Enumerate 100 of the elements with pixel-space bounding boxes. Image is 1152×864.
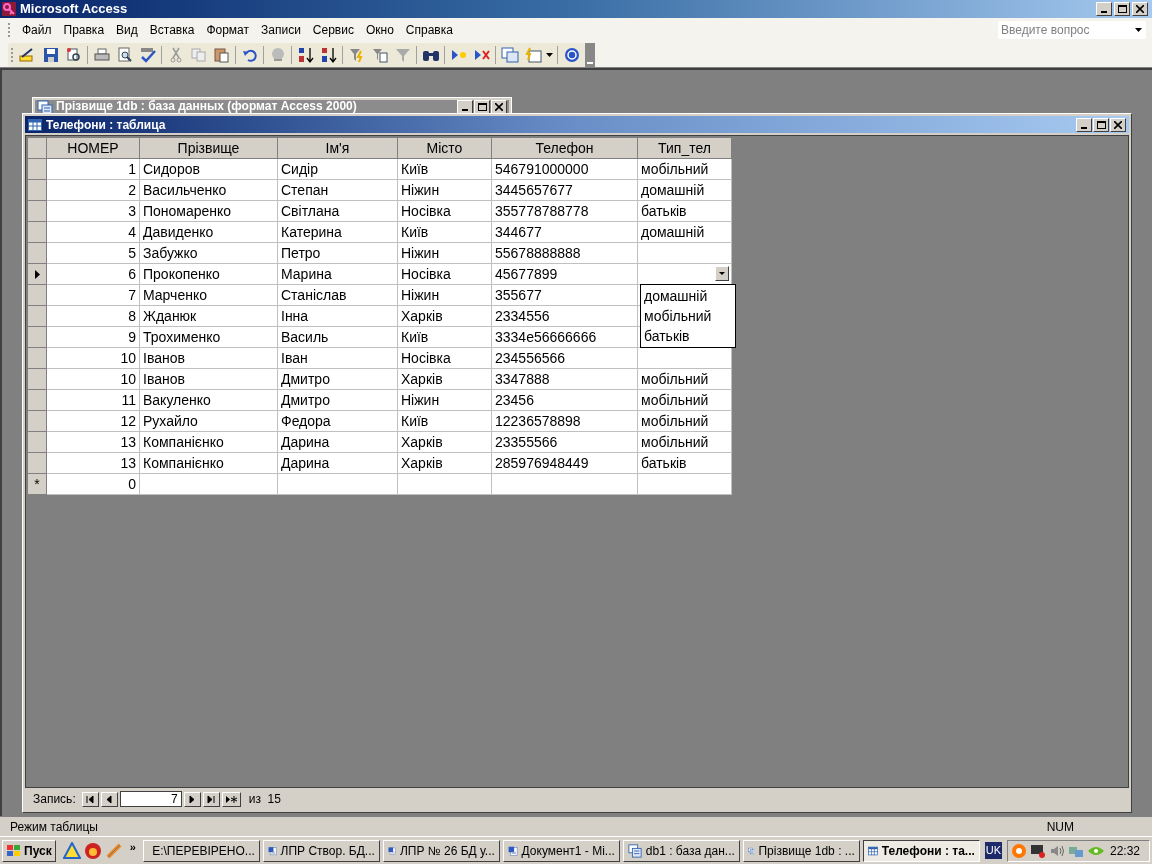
dropdown-option[interactable]: мобільний bbox=[641, 306, 735, 326]
corner-cell[interactable] bbox=[28, 138, 47, 159]
minimize-icon bbox=[1081, 126, 1087, 129]
minimize-button[interactable] bbox=[457, 100, 473, 114]
menu-item[interactable]: Вид bbox=[110, 21, 144, 39]
first-record-button[interactable] bbox=[81, 791, 99, 807]
maximize-icon bbox=[477, 103, 487, 111]
table-cell: Іванов bbox=[140, 348, 278, 369]
table-cell: Дарина bbox=[278, 453, 398, 474]
windows-logo-icon bbox=[6, 843, 22, 858]
triangle-app-icon[interactable] bbox=[62, 841, 81, 860]
table-cell: мобільний bbox=[638, 369, 732, 390]
dropdown-arrow-icon[interactable] bbox=[546, 52, 553, 57]
clock: 22:32 bbox=[1109, 842, 1140, 860]
taskbar-button[interactable]: Прізвище 1db : ... bbox=[742, 839, 860, 862]
table-cell: Компанієнко bbox=[140, 432, 278, 453]
record-number-field[interactable]: 7 bbox=[119, 791, 182, 807]
close-icon bbox=[1114, 120, 1122, 129]
table-cell: мобільний bbox=[638, 411, 732, 432]
question-field[interactable]: Введите вопрос bbox=[998, 21, 1146, 39]
table-cell: Носівка bbox=[398, 264, 492, 285]
table-cell: 10 bbox=[47, 369, 140, 390]
table-cell: Київ bbox=[398, 222, 492, 243]
table-cell: Давиденко bbox=[140, 222, 278, 243]
taskbar-button[interactable]: db1 : база дан... bbox=[622, 839, 740, 862]
taskbar-button[interactable]: E:\ПЕРЕВІРЕНО... bbox=[142, 839, 260, 862]
close-button[interactable] bbox=[1132, 2, 1148, 16]
toolbar-options-button[interactable] bbox=[585, 42, 595, 67]
language-indicator[interactable]: UK bbox=[984, 842, 1003, 859]
next-record-button[interactable] bbox=[183, 791, 201, 807]
monitor-icon[interactable] bbox=[1030, 842, 1047, 859]
dropdown-arrow-icon bbox=[719, 272, 725, 275]
navigator-label: Запись: bbox=[33, 791, 76, 808]
maximize-button[interactable] bbox=[474, 100, 490, 114]
table-cell: Забужко bbox=[140, 243, 278, 264]
table-cell: 1 bbox=[47, 159, 140, 180]
table-cell: 3445657677 bbox=[492, 180, 638, 201]
restore-button[interactable] bbox=[1114, 2, 1130, 16]
menu-item[interactable]: Файл bbox=[16, 21, 58, 39]
table-cell: Марина bbox=[278, 264, 398, 285]
table-cell: Ніжин bbox=[398, 390, 492, 411]
table-cell: 285976948449 bbox=[492, 453, 638, 474]
menu-item[interactable]: Окно bbox=[359, 21, 400, 39]
minimize-button[interactable] bbox=[1096, 2, 1112, 16]
dropdown-button[interactable] bbox=[715, 266, 729, 281]
column-header[interactable]: Телефон bbox=[492, 138, 638, 159]
table-cell: Носівка bbox=[398, 348, 492, 369]
column-header[interactable]: Місто bbox=[398, 138, 492, 159]
eye-icon[interactable] bbox=[1087, 844, 1106, 857]
last-record-button[interactable] bbox=[202, 791, 220, 807]
dropdown-option[interactable]: домашній bbox=[641, 286, 735, 306]
dropdown-option[interactable]: батьків bbox=[641, 326, 735, 346]
menu-item[interactable]: Формат bbox=[200, 21, 256, 39]
maximize-icon bbox=[1096, 120, 1106, 129]
start-button[interactable]: Пуск bbox=[2, 839, 56, 862]
taskbar-button[interactable]: ЛПР Створ. БД... bbox=[262, 839, 380, 862]
menu-item[interactable]: Записи bbox=[255, 21, 307, 39]
table-cell: Київ bbox=[398, 411, 492, 432]
new-record-button[interactable] bbox=[221, 791, 241, 807]
round-app-icon[interactable] bbox=[83, 841, 102, 860]
table-cell: Прокопенко bbox=[140, 264, 278, 285]
table-cell: Київ bbox=[398, 159, 492, 180]
maximize-button[interactable] bbox=[1093, 117, 1109, 132]
last-icon bbox=[207, 794, 216, 804]
close-button[interactable] bbox=[491, 100, 507, 114]
table-cell: 3 bbox=[47, 201, 140, 222]
table-cell: Компанієнко bbox=[140, 453, 278, 474]
close-button[interactable] bbox=[1110, 117, 1126, 132]
menu-item[interactable]: Сервис bbox=[306, 21, 360, 39]
more-icon[interactable]: » bbox=[129, 839, 136, 856]
taskbar-button[interactable]: Документ1 - Mi... bbox=[502, 839, 620, 862]
table-cell: Дарина bbox=[278, 432, 398, 453]
table-cell: 5 bbox=[47, 243, 140, 264]
table-cell: 13 bbox=[47, 432, 140, 453]
previous-icon bbox=[105, 794, 114, 804]
table-cell: Сидоров bbox=[140, 159, 278, 180]
table-cell: 3347888 bbox=[492, 369, 638, 390]
table-cell: 344677 bbox=[492, 222, 638, 243]
minimize-button[interactable] bbox=[1076, 117, 1092, 132]
column-header[interactable]: НОМЕР bbox=[47, 138, 140, 159]
previous-record-button[interactable] bbox=[100, 791, 118, 807]
table-cell: 3334е56666666 bbox=[492, 327, 638, 348]
table-cell: Васильченко bbox=[140, 180, 278, 201]
column-header[interactable]: Прізвище bbox=[140, 138, 278, 159]
close-icon bbox=[1136, 5, 1144, 13]
column-header[interactable]: Тип_тел bbox=[638, 138, 732, 159]
table-cell: Ніжин bbox=[398, 180, 492, 201]
taskbar-button[interactable]: ЛПР № 26 БД у... bbox=[382, 839, 500, 862]
row-selector[interactable] bbox=[28, 264, 47, 285]
menu-item[interactable]: Справка bbox=[399, 21, 459, 39]
status-text: Режим таблицы bbox=[10, 818, 98, 836]
record-count: из 15 bbox=[248, 791, 281, 808]
menu-item[interactable]: Правка bbox=[57, 21, 111, 39]
table-cell: Світлана bbox=[278, 201, 398, 222]
key-icon bbox=[2, 2, 16, 16]
menu-item[interactable]: Вставка bbox=[143, 21, 201, 39]
table-cell: 11 bbox=[47, 390, 140, 411]
taskbar-button[interactable]: Телефони : та... bbox=[862, 839, 980, 862]
column-header[interactable]: Ім'я bbox=[278, 138, 398, 159]
table-cell: Харків bbox=[398, 369, 492, 390]
